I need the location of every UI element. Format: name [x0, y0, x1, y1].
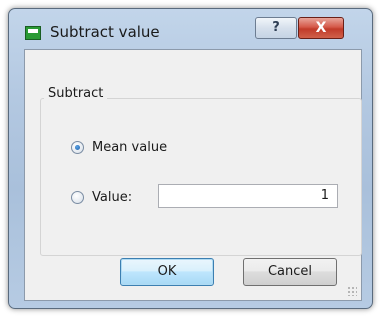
value-label: Value: — [92, 190, 133, 205]
window-title: Subtract value — [50, 23, 160, 41]
mean-value-label: Mean value — [92, 140, 168, 155]
close-button[interactable]: X — [298, 17, 344, 39]
cancel-button[interactable]: Cancel — [243, 258, 337, 286]
value-option[interactable]: Value: — [71, 190, 132, 205]
mean-value-option[interactable]: Mean value — [71, 140, 167, 155]
value-radio[interactable] — [71, 191, 84, 204]
subtract-group-label: Subtract — [44, 86, 108, 101]
title-bar[interactable]: Subtract value ? X — [9, 9, 372, 49]
dialog-window: Subtract value ? X Subtract Mean value V… — [8, 8, 373, 309]
app-window-icon — [25, 26, 41, 40]
help-button[interactable]: ? — [255, 17, 297, 39]
ok-button[interactable]: OK — [120, 258, 214, 286]
resize-grip-icon[interactable] — [347, 286, 357, 296]
dialog-body: Subtract Mean value Value: 1 OK Cancel — [24, 49, 362, 301]
subtract-group-box — [40, 98, 362, 256]
value-input[interactable]: 1 — [158, 184, 338, 208]
mean-value-radio[interactable] — [71, 141, 84, 154]
